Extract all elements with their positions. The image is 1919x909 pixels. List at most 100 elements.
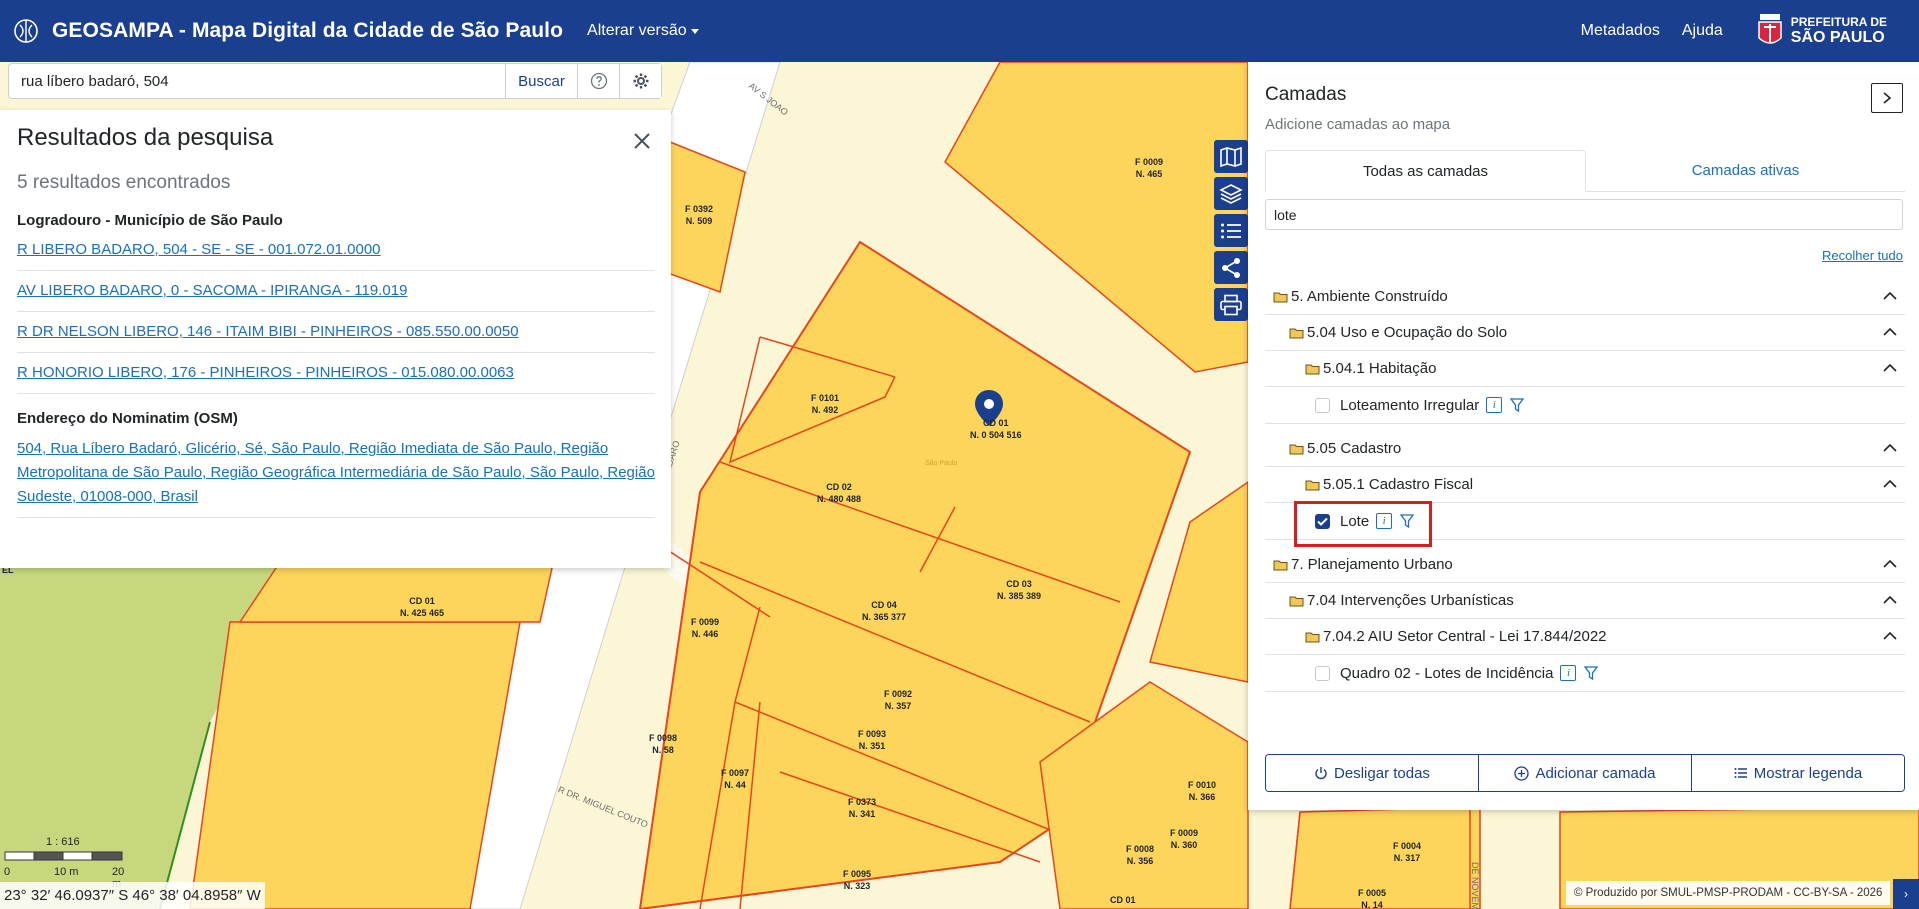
search-help-button[interactable] (577, 64, 619, 98)
attribution: © Produzido por SMUL-PMSP-PRODAM - CC-BY… (1566, 881, 1891, 905)
layer-group-label: 7.04.2 AIU Setor Central - Lei 17.844/20… (1323, 628, 1607, 645)
layers-subtitle: Adicione camadas ao mapa (1265, 116, 1451, 133)
power-icon (1315, 767, 1327, 780)
share-button[interactable] (1214, 251, 1248, 284)
parcel-label: CD 04 N. 365 377 (862, 600, 907, 622)
layer-group[interactable]: 5.05 Cadastro (1265, 431, 1905, 467)
geosampa-logo-icon (14, 19, 38, 43)
folder-icon (1305, 480, 1320, 490)
map-toolbar (1214, 140, 1248, 321)
list-icon (1221, 223, 1241, 238)
collapse-all-link[interactable]: Recolher tudo (1822, 248, 1903, 263)
chevron-up-icon[interactable] (1883, 443, 1897, 453)
result-link[interactable]: R DR NELSON LIBERO, 146 - ITAIM BIBI - P… (17, 312, 655, 353)
layer-checkbox[interactable] (1315, 513, 1330, 529)
chevron-up-icon[interactable] (1883, 291, 1897, 301)
folder-icon (1289, 444, 1304, 454)
scale-ratio: 1 : 616 (46, 836, 80, 848)
layer-group[interactable]: 7.04 Intervenções Urbanísticas (1265, 583, 1905, 619)
layer-item: Lote i (1265, 503, 1905, 540)
layers-footer-actions: Desligar todas Adicionar camada Mostrar … (1265, 754, 1905, 792)
filter-icon[interactable] (1399, 513, 1415, 529)
layer-group-label: 7. Planejamento Urbano (1291, 556, 1453, 573)
parcel-label: CD 02 N. 480 488 (817, 482, 862, 504)
parcel-label: CD 03 N. 385 389 (997, 579, 1042, 601)
search-button[interactable]: Buscar (505, 64, 577, 98)
prefeitura-line1: PREFEITURA DE (1790, 15, 1887, 29)
help-link[interactable]: Ajuda (1682, 22, 1723, 40)
layers-icon (1219, 183, 1243, 204)
parcel-label: F 0009 N. 465 (1135, 157, 1164, 179)
tab-all-layers[interactable]: Todas as camadas (1265, 150, 1586, 192)
chevron-up-icon[interactable] (1883, 479, 1897, 489)
parcel-label: F 0008 N. 356 (1126, 844, 1155, 866)
tab-active-layers[interactable]: Camadas ativas (1586, 150, 1905, 191)
print-button[interactable] (1214, 288, 1248, 321)
cursor-coordinates: 23° 32′ 46.0937″ S 46° 38′ 04.8958″ W (0, 882, 265, 909)
layer-checkbox[interactable] (1315, 665, 1330, 681)
info-icon[interactable]: i (1560, 665, 1577, 681)
basemap-button[interactable] (1214, 140, 1248, 173)
filter-icon[interactable] (1509, 397, 1525, 413)
info-icon[interactable]: i (1486, 397, 1503, 413)
layer-group[interactable]: 5.04 Uso e Ocupação do Solo (1265, 315, 1905, 351)
prefeitura-logo[interactable]: PREFEITURA DE SÃO PAULO (1755, 12, 1887, 50)
close-icon[interactable] (631, 130, 653, 152)
parcel-label: F 0097 N. 44 (721, 768, 750, 790)
layer-tree: 5. Ambiente Construído 5.04 Uso e Ocupaç… (1265, 279, 1905, 692)
layer-group[interactable]: 5.05.1 Cadastro Fiscal (1265, 467, 1905, 503)
info-icon[interactable]: i (1376, 513, 1393, 529)
result-link[interactable]: R HONORIO LIBERO, 176 - PINHEIROS - PINH… (17, 353, 655, 394)
prefeitura-text: PREFEITURA DE SÃO PAULO (1790, 15, 1887, 47)
result-link[interactable]: AV LIBERO BADARO, 0 - SACOMA - IPIRANGA … (17, 271, 655, 312)
add-layer-button[interactable]: Adicionar camada (1479, 755, 1692, 791)
search-results-panel: Resultados da pesquisa 5 resultados enco… (0, 110, 671, 568)
layer-group[interactable]: 7. Planejamento Urbano (1265, 547, 1905, 583)
result-link[interactable]: R LIBERO BADARO, 504 - SE - SE - 001.072… (17, 229, 655, 271)
layers-button[interactable] (1214, 177, 1248, 210)
search-settings-button[interactable] (619, 64, 661, 98)
folder-icon (1305, 364, 1320, 374)
show-legend-button[interactable]: Mostrar legenda (1692, 755, 1904, 791)
layer-group[interactable]: 5. Ambiente Construído (1265, 279, 1905, 315)
change-version-dropdown[interactable]: Alterar versão (587, 22, 699, 40)
layer-group[interactable]: 5.04.1 Habitação (1265, 351, 1905, 387)
metadata-link[interactable]: Metadados (1581, 22, 1660, 40)
list-icon (1734, 768, 1747, 778)
chevron-up-icon[interactable] (1883, 363, 1897, 373)
filter-icon[interactable] (1583, 665, 1599, 681)
plus-circle-icon (1514, 765, 1530, 781)
parcel-label: F 0099 N. 446 (691, 617, 720, 639)
results-count: 5 resultados encontrados (17, 172, 231, 193)
layer-item-label: Quadro 02 - Lotes de Incidência (1340, 664, 1554, 682)
top-right-nav: Metadados Ajuda PREFEITURA DE SÃO PAULO (1581, 0, 1919, 62)
parcel-label: CD 01 N. 425 465 (400, 596, 445, 618)
prefeitura-line2: SÃO PAULO (1790, 29, 1885, 46)
turn-off-all-button[interactable]: Desligar todas (1266, 755, 1479, 791)
layer-item-label: Loteamento Irregular (1340, 396, 1480, 414)
parcel-label: F 0092 N. 357 (884, 689, 913, 711)
layers-panel: Camadas Adicione camadas ao mapa Todas a… (1248, 62, 1919, 810)
chevron-up-icon[interactable] (1883, 327, 1897, 337)
chevron-up-icon[interactable] (1883, 559, 1897, 569)
results-title: Resultados da pesquisa (17, 124, 274, 151)
attribution-toggle-button[interactable]: › (1893, 879, 1919, 909)
chevron-right-icon (1883, 92, 1892, 104)
legend-list-button[interactable] (1214, 214, 1248, 247)
layer-item-label: Lote (1340, 512, 1370, 530)
layer-checkbox[interactable] (1315, 397, 1330, 413)
chevron-up-icon[interactable] (1883, 631, 1897, 641)
map-icon (1220, 146, 1242, 167)
scale-tick: 10 m (54, 866, 79, 878)
parcel-label: F 0392 N. 509 (685, 204, 714, 226)
parcel-label: F 0010 N. 366 (1188, 780, 1217, 802)
layer-item: Quadro 02 - Lotes de Incidência i (1265, 655, 1905, 692)
collapse-panel-button[interactable] (1871, 83, 1903, 113)
layer-filter-input[interactable] (1265, 199, 1903, 230)
chevron-up-icon[interactable] (1883, 595, 1897, 605)
city-coat-of-arms-icon (1758, 14, 1782, 44)
result-link[interactable]: 504, Rua Líbero Badaró, Glicério, Sé, Sã… (17, 427, 655, 518)
address-search-input[interactable] (9, 64, 505, 98)
address-search-bar: Buscar (8, 63, 662, 99)
layer-group[interactable]: 7.04.2 AIU Setor Central - Lei 17.844/20… (1265, 619, 1905, 655)
